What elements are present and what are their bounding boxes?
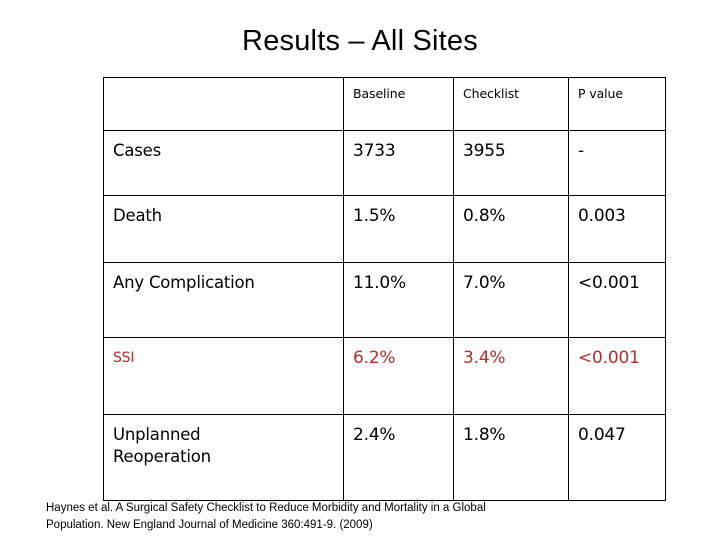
table-row-highlighted: SSI 6.2% 3.4% <0.001 (103, 337, 666, 415)
table-row: Death 1.5% 0.8% 0.003 (103, 195, 666, 263)
row-label-line-1: Unplanned (113, 425, 201, 444)
table-row: Cases 3733 3955 - (103, 130, 666, 196)
table-row: Any Complication 11.0% 7.0% <0.001 (103, 262, 666, 338)
cell-cases-checklist: 3955 (453, 130, 569, 196)
page-title: Results – All Sites (242, 25, 478, 57)
cell-death-pvalue: 0.003 (568, 195, 666, 263)
cell-any-complication-checklist: 7.0% (453, 262, 569, 338)
table-header-row: Baseline Checklist P value (103, 77, 666, 131)
cell-unplanned-reoperation-baseline: 2.4% (343, 414, 454, 501)
cell-ssi-baseline: 6.2% (343, 337, 454, 415)
cell-death-baseline: 1.5% (343, 195, 454, 263)
column-header-baseline: Baseline (343, 77, 454, 131)
citation: Haynes et al. A Surgical Safety Checklis… (46, 500, 666, 533)
results-table-container: Baseline Checklist P value Cases 3733 39… (103, 77, 666, 501)
table-row: Unplanned Reoperation 2.4% 1.8% 0.047 (103, 414, 666, 501)
cell-unplanned-reoperation-checklist: 1.8% (453, 414, 569, 501)
row-label-death: Death (103, 195, 344, 263)
column-header-measure (103, 77, 344, 131)
row-label-any-complication: Any Complication (103, 262, 344, 338)
results-table: Baseline Checklist P value Cases 3733 39… (103, 77, 666, 501)
column-header-pvalue: P value (568, 77, 666, 131)
row-label-cases: Cases (103, 130, 344, 196)
citation-line-1: Haynes et al. A Surgical Safety Checklis… (46, 502, 486, 514)
cell-ssi-pvalue: <0.001 (568, 337, 666, 415)
cell-unplanned-reoperation-pvalue: 0.047 (568, 414, 666, 501)
citation-line-2: Population. New England Journal of Medic… (46, 518, 373, 531)
cell-ssi-checklist: 3.4% (453, 337, 569, 415)
column-header-checklist: Checklist (453, 77, 569, 131)
cell-any-complication-pvalue: <0.001 (568, 262, 666, 338)
row-label-line-2: Reoperation (113, 446, 211, 466)
cell-any-complication-baseline: 11.0% (343, 262, 454, 338)
cell-death-checklist: 0.8% (453, 195, 569, 263)
row-label-ssi: SSI (103, 337, 344, 415)
cell-cases-baseline: 3733 (343, 130, 454, 196)
cell-cases-pvalue: - (568, 130, 666, 196)
row-label-unplanned-reoperation: Unplanned Reoperation (103, 414, 344, 501)
